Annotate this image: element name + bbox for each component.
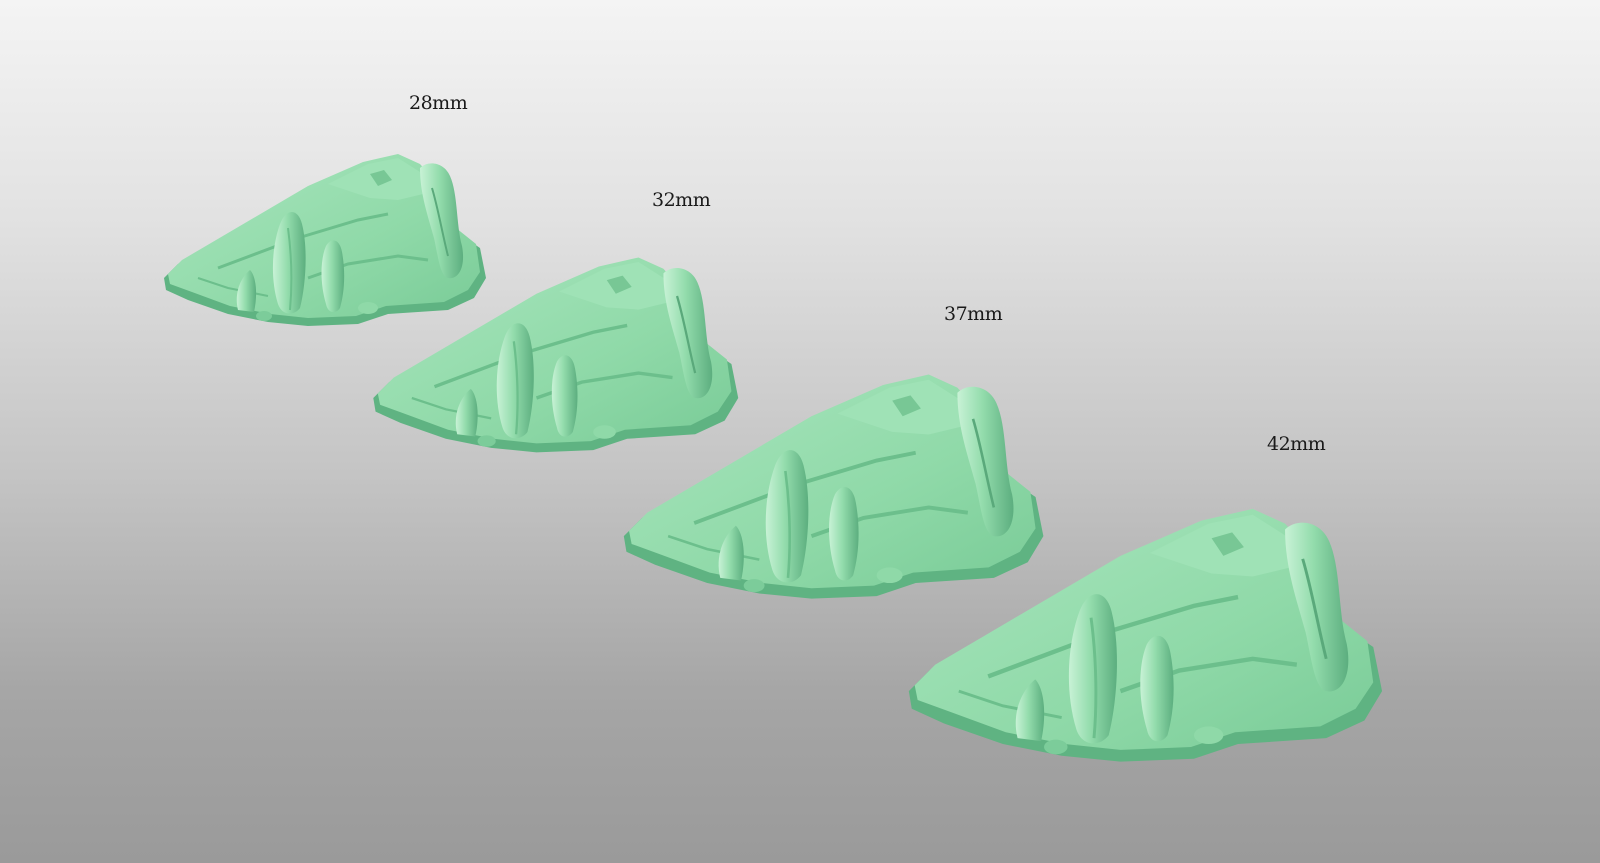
scale-label-42mm: 42mm xyxy=(1267,433,1326,455)
scale-label-28mm: 28mm xyxy=(409,92,468,114)
scale-label-32mm: 32mm xyxy=(652,189,711,211)
scale-label-37mm: 37mm xyxy=(944,303,1003,325)
terrain-model-42mm xyxy=(900,470,1385,780)
